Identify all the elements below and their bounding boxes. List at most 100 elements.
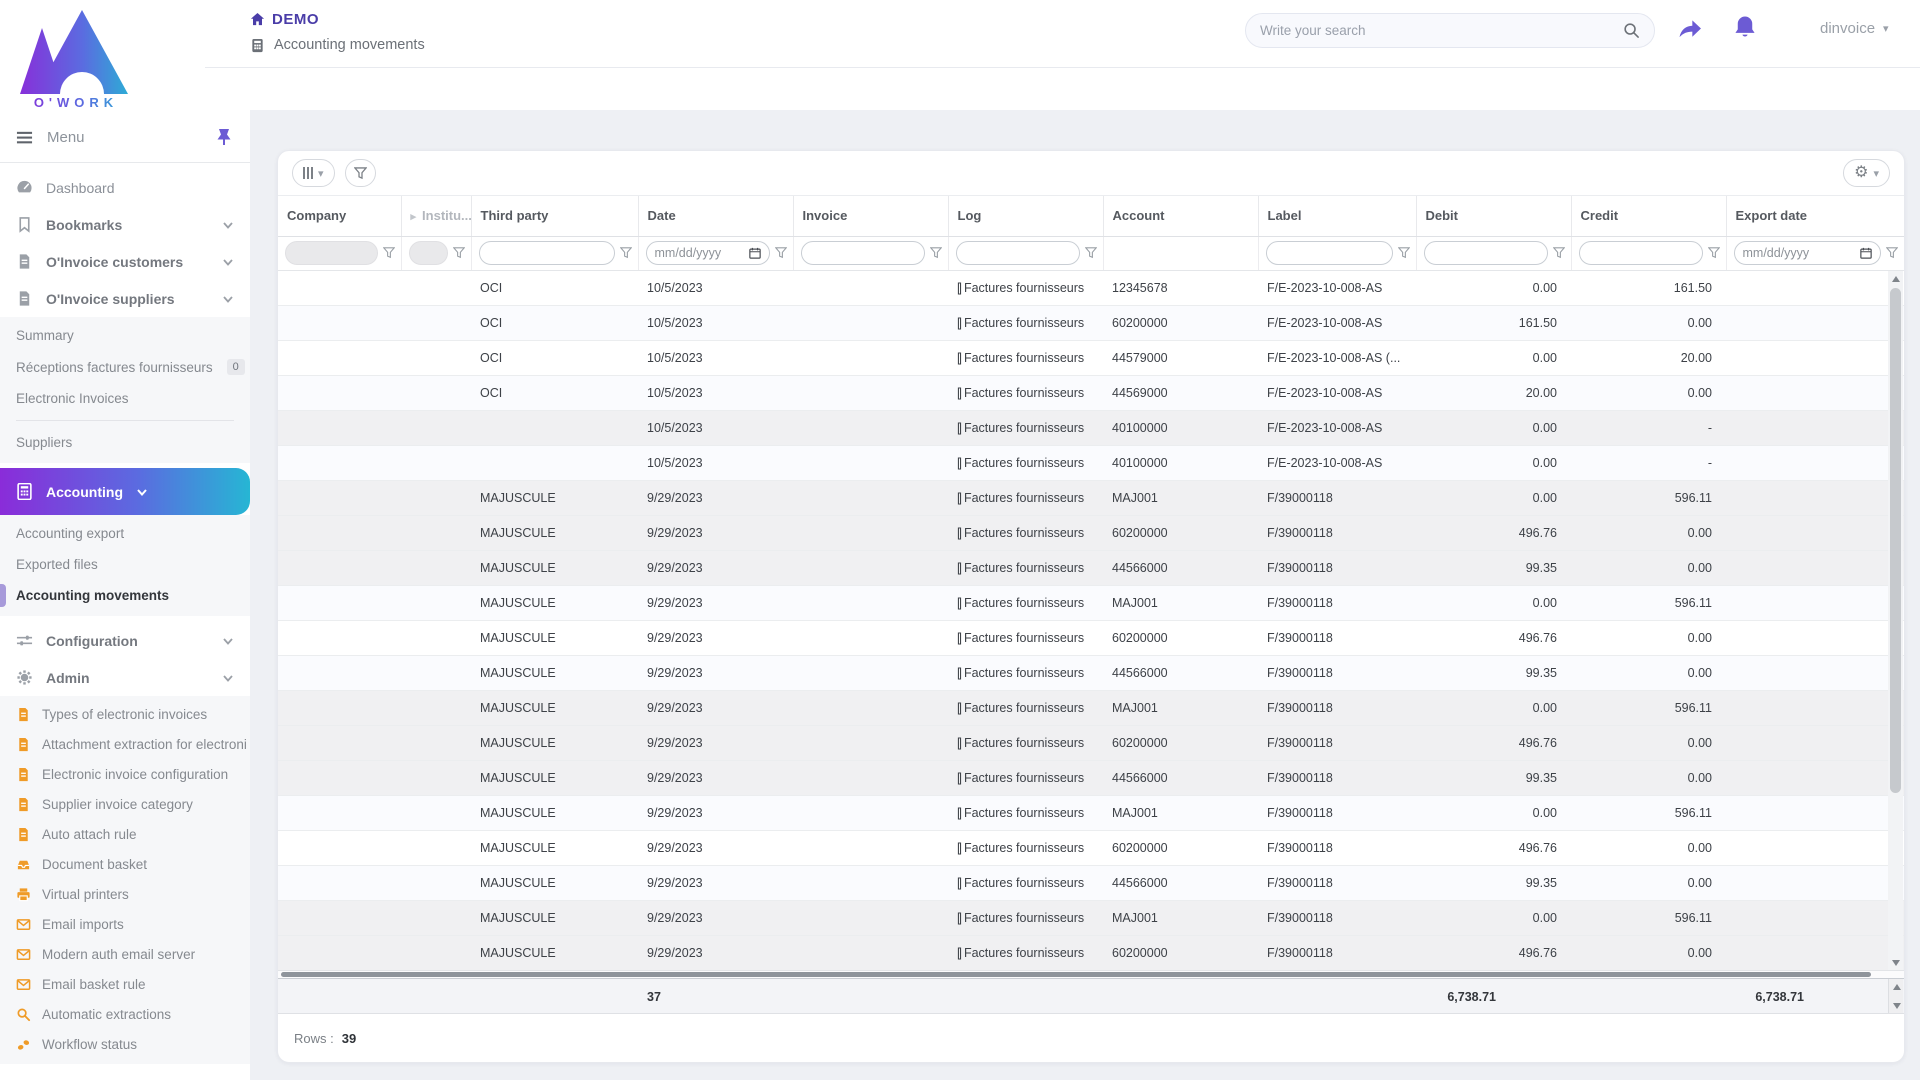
sidebar-item-email-imports[interactable]: Email imports (0, 909, 250, 939)
table-row[interactable]: MAJUSCULE 9/29/2023 [] Factures fournisse… (278, 620, 1904, 656)
footer-scroll-up-button[interactable] (1889, 979, 1904, 994)
footer-mini-scrollbar[interactable] (1888, 979, 1903, 1013)
sidebar-item-supplier-invoice-category[interactable]: Supplier invoice category (0, 789, 250, 819)
filter-institution-input[interactable] (408, 241, 448, 265)
funnel-icon[interactable] (382, 247, 395, 259)
sidebar-item-oinvoice-suppliers[interactable]: O'Invoice suppliers (0, 280, 250, 317)
column-header-log[interactable]: Log (948, 196, 1104, 237)
notifications-bell-icon[interactable] (1731, 13, 1761, 43)
column-header-third-party[interactable]: Third party (471, 196, 639, 237)
funnel-icon[interactable] (619, 247, 632, 259)
table-row[interactable]: MAJUSCULE 9/29/2023 [] Factures fournisse… (278, 585, 1904, 621)
sidebar-item-bookmarks[interactable]: Bookmarks (0, 206, 250, 243)
column-header-company[interactable]: Company (278, 196, 402, 237)
table-row[interactable]: MAJUSCULE 9/29/2023 [] Factures fournisse… (278, 935, 1904, 971)
sidebar-item-electronic-invoices[interactable]: Electronic Invoices (0, 383, 250, 414)
scroll-up-button[interactable] (1888, 271, 1903, 286)
table-row[interactable]: MAJUSCULE 9/29/2023 [] Factures fournisse… (278, 725, 1904, 761)
sidebar-item-attachment-extraction[interactable]: Attachment extraction for electroni (0, 729, 250, 759)
table-row[interactable]: MAJUSCULE 9/29/2023 [] Factures fournisse… (278, 760, 1904, 796)
sidebar-item-types-electronic-invoices[interactable]: Types of electronic invoices (0, 699, 250, 729)
sidebar-item-admin[interactable]: Admin (0, 659, 250, 696)
column-header-date[interactable]: Date (638, 196, 794, 237)
sidebar-item-suppliers[interactable]: Suppliers (0, 427, 250, 458)
column-header-debit[interactable]: Debit (1416, 196, 1572, 237)
sidebar-item-modern-auth-email-server[interactable]: Modern auth email server (0, 939, 250, 969)
filter-export-date-input[interactable]: mm/dd/yyyy (1733, 241, 1881, 265)
share-icon[interactable] (1676, 15, 1706, 45)
filter-credit-input[interactable] (1578, 241, 1703, 265)
sidebar-item-receptions[interactable]: Réceptions factures fournisseurs 0 (0, 351, 250, 383)
table-row[interactable]: 10/5/2023 [] Factures fournisseurs 401000… (278, 445, 1904, 481)
filter-button[interactable] (344, 159, 376, 187)
funnel-icon[interactable] (452, 247, 465, 259)
table-row[interactable]: OCI 10/5/2023 [] Factures fournisseurs 60… (278, 305, 1904, 341)
sidebar-item-email-basket-rule[interactable]: Email basket rule (0, 969, 250, 999)
table-row[interactable]: MAJUSCULE 9/29/2023 [] Factures fournisse… (278, 655, 1904, 691)
user-menu[interactable]: dinvoice ▾ (1820, 20, 1889, 37)
search-input[interactable] (1260, 23, 1623, 38)
column-header-credit[interactable]: Credit (1571, 196, 1727, 237)
funnel-icon[interactable] (1707, 247, 1720, 259)
hamburger-icon[interactable] (16, 129, 33, 146)
filter-debit-input[interactable] (1423, 241, 1548, 265)
pin-icon[interactable] (216, 128, 232, 146)
sidebar-item-summary[interactable]: Summary (0, 320, 250, 351)
filter-invoice-input[interactable] (800, 241, 925, 265)
table-row[interactable]: MAJUSCULE 9/29/2023 [] Factures fournisse… (278, 480, 1904, 516)
table-row[interactable]: MAJUSCULE 9/29/2023 [] Factures fournisse… (278, 900, 1904, 936)
sidebar-item-oinvoice-customers[interactable]: O'Invoice customers (0, 243, 250, 280)
filter-log-input[interactable] (955, 241, 1080, 265)
table-row[interactable]: MAJUSCULE 9/29/2023 [] Factures fournisse… (278, 830, 1904, 866)
column-header-institution[interactable]: ▸ Institu... (401, 196, 472, 237)
table-row[interactable]: MAJUSCULE 9/29/2023 [] Factures fournisse… (278, 515, 1904, 551)
table-row[interactable]: MAJUSCULE 9/29/2023 [] Factures fournisse… (278, 865, 1904, 901)
search-icon[interactable] (1623, 22, 1640, 39)
calendar-icon[interactable] (1860, 247, 1872, 259)
funnel-icon[interactable] (1084, 247, 1097, 259)
funnel-icon[interactable] (1552, 247, 1565, 259)
column-header-invoice[interactable]: Invoice (793, 196, 949, 237)
scroll-down-button[interactable] (1888, 955, 1903, 970)
table-row[interactable]: OCI 10/5/2023 [] Factures fournisseurs 12… (278, 270, 1904, 306)
table-row[interactable]: OCI 10/5/2023 [] Factures fournisseurs 44… (278, 375, 1904, 411)
sidebar-item-electronic-invoice-configuration[interactable]: Electronic invoice configuration (0, 759, 250, 789)
horizontal-scrollbar[interactable] (278, 970, 1904, 978)
filter-third-party-input[interactable] (478, 241, 615, 265)
sidebar-item-dashboard[interactable]: Dashboard (0, 169, 250, 206)
sidebar-item-automatic-extractions[interactable]: Automatic extractions (0, 999, 250, 1029)
grid-settings-button[interactable]: ⚙ ▾ (1843, 159, 1890, 187)
funnel-icon[interactable] (774, 247, 787, 259)
app-title-row[interactable]: DEMO (250, 11, 425, 28)
table-row[interactable]: MAJUSCULE 9/29/2023 [] Factures fournisse… (278, 795, 1904, 831)
funnel-icon[interactable] (929, 247, 942, 259)
table-row[interactable]: 10/5/2023 [] Factures fournisseurs 401000… (278, 410, 1904, 446)
sidebar-item-workflow-status[interactable]: Workflow status (0, 1029, 250, 1059)
footer-scroll-down-button[interactable] (1889, 998, 1904, 1013)
column-chooser-button[interactable]: ▾ (292, 159, 335, 187)
filter-company-input[interactable] (285, 241, 378, 265)
sidebar-item-configuration[interactable]: Configuration (0, 622, 250, 659)
table-row[interactable]: OCI 10/5/2023 [] Factures fournisseurs 44… (278, 340, 1904, 376)
table-row[interactable]: MAJUSCULE 9/29/2023 [] Factures fournisse… (278, 690, 1904, 726)
filter-label-input[interactable] (1265, 241, 1393, 265)
funnel-icon[interactable] (1886, 247, 1898, 259)
sidebar-item-accounting[interactable]: Accounting (0, 468, 250, 515)
sidebar-item-accounting-export[interactable]: Accounting export (0, 518, 250, 549)
filter-date-input[interactable]: mm/dd/yyyy (645, 241, 770, 265)
sidebar-item-virtual-printers[interactable]: Virtual printers (0, 879, 250, 909)
horizontal-scrollbar-thumb[interactable] (281, 972, 1871, 977)
expand-column-icon[interactable]: ▸ (411, 211, 417, 223)
sidebar-item-accounting-movements[interactable]: Accounting movements (0, 580, 250, 611)
vertical-scrollbar-thumb[interactable] (1890, 288, 1901, 793)
calendar-icon[interactable] (748, 247, 761, 259)
funnel-icon[interactable] (1397, 247, 1410, 259)
sidebar-item-document-basket[interactable]: Document basket (0, 849, 250, 879)
column-header-account[interactable]: Account (1103, 196, 1259, 237)
column-header-export-date[interactable]: Export date (1726, 196, 1904, 237)
vertical-scrollbar[interactable] (1888, 271, 1903, 970)
sidebar-item-exported-files[interactable]: Exported files (0, 549, 250, 580)
table-row[interactable]: MAJUSCULE 9/29/2023 [] Factures fournisse… (278, 550, 1904, 586)
sidebar-item-auto-attach-rule[interactable]: Auto attach rule (0, 819, 250, 849)
column-header-label[interactable]: Label (1258, 196, 1417, 237)
